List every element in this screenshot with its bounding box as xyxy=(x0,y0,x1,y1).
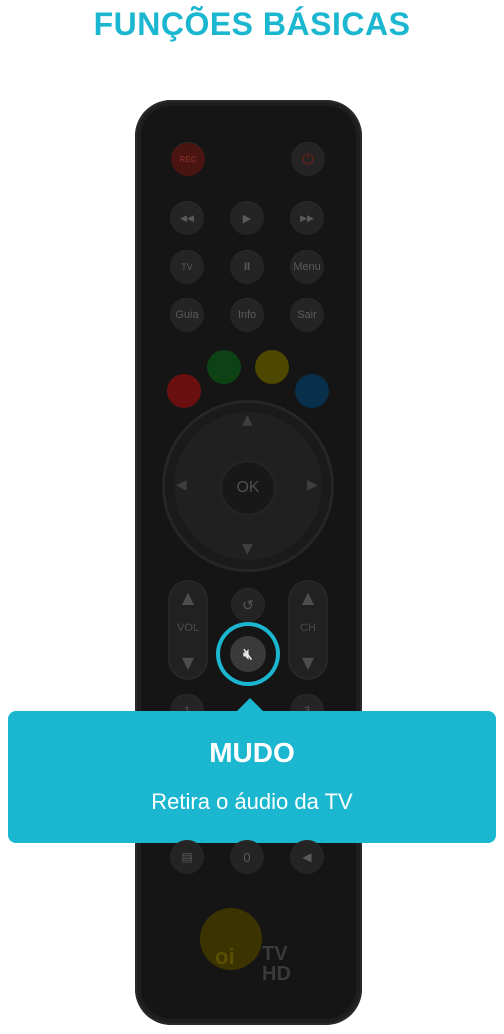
logo-oi-text: oi xyxy=(215,944,235,969)
sair-button[interactable]: Sair xyxy=(290,298,324,332)
pause-icon: II xyxy=(243,261,251,273)
info-button[interactable]: Info xyxy=(230,298,264,332)
tooltip-arrow xyxy=(236,698,264,712)
subtitle-icon: ▤ xyxy=(181,850,193,864)
volume-label: VOL xyxy=(176,622,199,634)
fast-forward-icon: ▶▶ xyxy=(300,212,314,223)
blue-button[interactable] xyxy=(295,374,329,408)
play-icon: ▶ xyxy=(242,212,252,225)
back-icon: ↺ xyxy=(242,596,254,613)
volume-up-icon[interactable]: ▲ xyxy=(168,588,208,607)
yellow-button[interactable] xyxy=(255,350,289,384)
tooltip-description: Retira o áudio da TV xyxy=(151,789,353,814)
power-button[interactable]: ⏻ xyxy=(291,142,325,176)
page-title: FUNÇÕES BÁSICAS xyxy=(93,6,411,42)
menu-button[interactable]: Menu xyxy=(290,250,324,284)
channel-up-icon[interactable]: ▲ xyxy=(288,588,328,607)
rewind-button[interactable]: ◀◀ xyxy=(170,201,204,235)
rec-button[interactable]: REC xyxy=(171,142,205,176)
mute-icon: 🔇︎ xyxy=(243,645,253,663)
channel-label: CH xyxy=(300,622,316,634)
mute-button[interactable]: 🔇︎ xyxy=(230,636,266,672)
tooltip: MUDO Retira o áudio da TV xyxy=(8,711,496,843)
play-button[interactable]: ▶ xyxy=(230,201,264,235)
up-arrow-icon[interactable]: ▲ xyxy=(242,412,253,428)
tooltip-title: MUDO xyxy=(209,737,295,768)
green-button[interactable] xyxy=(207,350,241,384)
audio-button[interactable]: ◀ xyxy=(290,840,324,874)
rewind-icon: ◀◀ xyxy=(180,212,194,223)
power-icon: ⏻ xyxy=(302,150,314,168)
speaker-icon: ◀ xyxy=(302,850,312,864)
tv-icon: TV xyxy=(181,262,193,272)
volume-down-icon[interactable]: ▼ xyxy=(168,653,208,672)
channel-down-icon[interactable]: ▼ xyxy=(288,653,328,672)
guia-button[interactable]: Guia xyxy=(170,298,204,332)
left-arrow-icon[interactable]: ◀ xyxy=(176,477,187,493)
back-button[interactable]: ↺ xyxy=(231,588,265,622)
right-arrow-icon[interactable]: ▶ xyxy=(307,477,318,493)
subtitle-button[interactable]: ▤ xyxy=(170,840,204,874)
red-button[interactable] xyxy=(167,374,201,408)
pause-button[interactable]: II xyxy=(230,250,264,284)
tv-button[interactable]: TV xyxy=(170,250,204,284)
channel-rocker[interactable]: ▲ CH ▼ xyxy=(288,580,328,680)
ok-button[interactable]: OK xyxy=(220,460,276,516)
down-arrow-icon[interactable]: ▼ xyxy=(242,541,253,557)
number-0-button[interactable]: 0 xyxy=(230,840,264,874)
volume-rocker[interactable]: ▲ VOL ▼ xyxy=(168,580,208,680)
fast-forward-button[interactable]: ▶▶ xyxy=(290,201,324,235)
logo-tvhd-text: TV HD xyxy=(262,943,291,985)
